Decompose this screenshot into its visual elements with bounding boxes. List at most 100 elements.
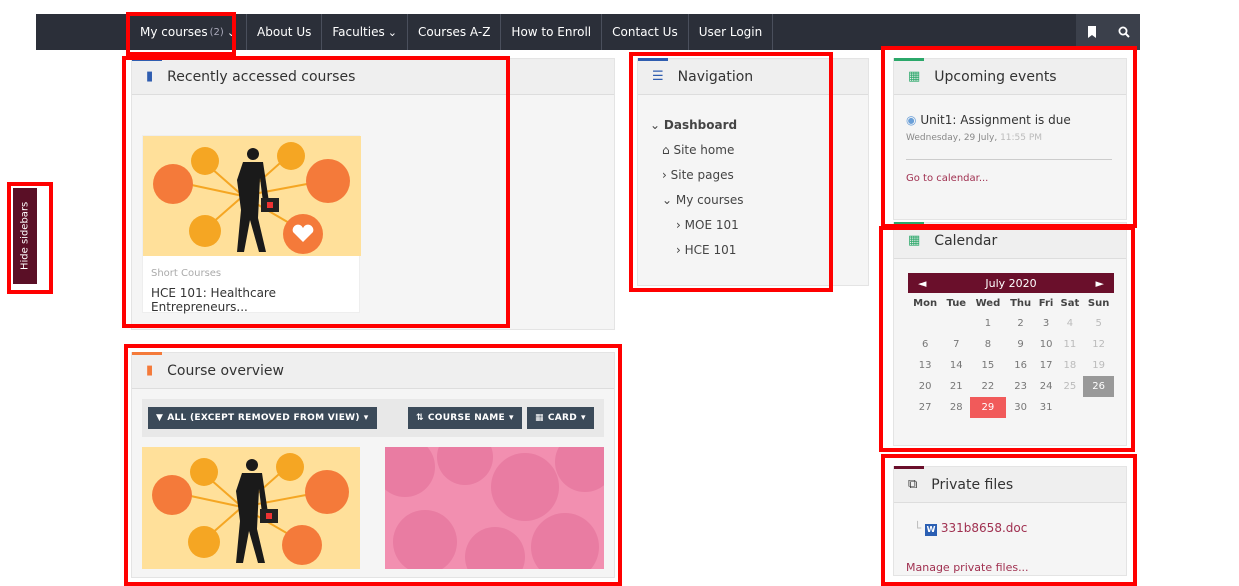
recent-courses-block: ▮ Recently accessed courses Short Course… — [131, 58, 615, 330]
calendar-day — [908, 313, 942, 334]
calendar-day[interactable]: 3 — [1036, 313, 1057, 334]
calendar-icon: ▦ — [908, 69, 921, 84]
calendar-day[interactable]: 26 — [1083, 376, 1114, 397]
nav-tree-site-pages[interactable]: › Site pages — [650, 163, 860, 188]
nav-tree-course-moe[interactable]: › MOE 101 — [650, 213, 860, 238]
calendar-day[interactable]: 11 — [1056, 334, 1083, 355]
upcoming-events-block: ▦ Upcoming events ◉ Unit1: Assignment is… — [893, 58, 1127, 220]
calendar-next-button[interactable]: ► — [1096, 277, 1104, 290]
overview-course-image-2[interactable] — [385, 447, 604, 569]
nav-faculties-label: Faculties — [332, 25, 385, 39]
hide-sidebars-label: Hide sidebars — [19, 201, 31, 271]
calendar-day[interactable]: 15 — [970, 355, 1005, 376]
calendar-day[interactable]: 16 — [1006, 355, 1036, 376]
weekday-sun: Sun — [1087, 297, 1110, 309]
sort-dropdown[interactable]: ⇅ COURSE NAME ▾ — [408, 407, 522, 429]
calendar-grid: Mon Tue Wed Thu Fri Sat Sun 1 2 3 4 5 6 7 8 9 10 1… — [908, 293, 1114, 418]
nav-tree-my-courses[interactable]: ⌄ My courses — [650, 188, 860, 213]
calendar-widget: ◄ July 2020 ► Mon Tue Wed Thu Fri Sat Su… — [908, 273, 1114, 418]
calendar-day[interactable]: 1 — [970, 313, 1005, 334]
calendar-day[interactable]: 12 — [1083, 334, 1114, 355]
calendar-week: 27 28 29 30 31 — [908, 397, 1114, 418]
calendar-day[interactable]: 4 — [1056, 313, 1083, 334]
chevron-right-icon: › — [676, 218, 681, 232]
calendar-day[interactable]: 13 — [908, 355, 942, 376]
nav-courses-a-z-label: Courses A-Z — [417, 25, 491, 39]
calendar-day[interactable]: 5 — [1083, 313, 1114, 334]
calendar-prev-button[interactable]: ◄ — [918, 277, 926, 290]
calendar-day[interactable]: 27 — [908, 397, 942, 418]
bookmark-icon[interactable] — [1076, 14, 1108, 50]
nav-about-us[interactable]: About Us — [247, 14, 323, 50]
course-image[interactable] — [143, 136, 361, 256]
calendar-day[interactable]: 24 — [1036, 376, 1057, 397]
files-icon: ⧉ — [908, 477, 918, 492]
chevron-down-icon: ⌄ — [662, 193, 673, 207]
calendar-day[interactable]: 2 — [1006, 313, 1036, 334]
calendar-icon: ▦ — [908, 233, 921, 248]
calendar-week: 6 7 8 9 10 11 12 — [908, 334, 1114, 355]
overview-course-image-1[interactable] — [142, 447, 360, 569]
view-dropdown[interactable]: ▦ CARD ▾ — [527, 407, 594, 429]
hide-sidebars-button[interactable]: Hide sidebars — [13, 188, 37, 284]
event-item[interactable]: ◉ Unit1: Assignment is due Wednesday, 29… — [906, 113, 1116, 143]
navigation-title: Navigation — [677, 68, 754, 85]
file-name[interactable]: 331b8658.doc — [941, 521, 1027, 535]
private-files-title: Private files — [931, 476, 1014, 493]
calendar-day[interactable]: 17 — [1036, 355, 1057, 376]
filter-dropdown[interactable]: ▼ ALL (EXCEPT REMOVED FROM VIEW) ▾ — [148, 407, 377, 429]
recent-course-card[interactable]: Short Courses HCE 101: Healthcare Entrep… — [142, 135, 361, 314]
filter-icon: ▼ — [156, 413, 164, 423]
calendar-day — [942, 313, 970, 334]
upcoming-events-header: ▦ Upcoming events — [894, 59, 1126, 95]
calendar-block: ▦ Calendar ◄ July 2020 ► Mon Tue Wed Thu… — [893, 222, 1127, 446]
event-title[interactable]: Unit1: Assignment is due — [920, 113, 1070, 127]
calendar-day — [1083, 397, 1114, 418]
nav-my-courses[interactable]: My courses (2) ⌄ — [36, 14, 248, 50]
calendar-day[interactable]: 7 — [942, 334, 970, 355]
search-icon[interactable] — [1108, 14, 1140, 50]
caret-down-icon: ▾ — [509, 413, 514, 423]
calendar-day[interactable]: 19 — [1083, 355, 1114, 376]
calendar-day[interactable]: 8 — [970, 334, 1005, 355]
nav-tree-course-hce-label: HCE 101 — [684, 243, 737, 257]
course-overview-header: ▮ Course overview — [132, 353, 614, 389]
calendar-week: 20 21 22 23 24 25 26 — [908, 376, 1114, 397]
private-files-header: ⧉ Private files — [894, 467, 1126, 503]
calendar-day[interactable]: 14 — [942, 355, 970, 376]
nav-tree-site-home[interactable]: ⌂ Site home — [650, 138, 860, 163]
calendar-day[interactable]: 23 — [1006, 376, 1036, 397]
nav-contact-us[interactable]: Contact Us — [602, 14, 689, 50]
course-name[interactable]: HCE 101: Healthcare Entrepreneurs... — [151, 286, 359, 314]
nav-courses-a-z[interactable]: Courses A-Z — [408, 14, 502, 50]
file-item[interactable]: └ W 331b8658.doc — [914, 521, 1027, 536]
calendar-day[interactable]: 28 — [942, 397, 970, 418]
course-overview-toolbar: ▼ ALL (EXCEPT REMOVED FROM VIEW) ▾ ⇅ COU… — [142, 399, 604, 437]
nav-right-tools — [1076, 14, 1140, 50]
topbar: My courses (2) ⌄ About Us Faculties ⌄ Co… — [0, 0, 1239, 50]
nav-tree-course-hce[interactable]: › HCE 101 — [650, 238, 860, 263]
nav-faculties[interactable]: Faculties ⌄ — [322, 14, 408, 50]
manage-private-files-link[interactable]: Manage private files... — [906, 561, 1029, 574]
calendar-day[interactable]: 22 — [970, 376, 1005, 397]
calendar-day[interactable]: 6 — [908, 334, 942, 355]
course-overview-block: ▮ Course overview ▼ ALL (EXCEPT REMOVED … — [131, 352, 615, 578]
event-time: 11:55 PM — [1000, 133, 1043, 143]
nav-how-to-enroll-label: How to Enroll — [511, 25, 592, 39]
weekday-mon: Mon — [913, 297, 938, 309]
go-to-calendar-link[interactable]: Go to calendar... — [906, 173, 988, 184]
calendar-day[interactable]: 9 — [1006, 334, 1036, 355]
nav-how-to-enroll[interactable]: How to Enroll — [501, 14, 603, 50]
calendar-day[interactable]: 20 — [908, 376, 942, 397]
calendar-day[interactable]: 25 — [1056, 376, 1083, 397]
calendar-day[interactable]: 30 — [1006, 397, 1036, 418]
calendar-day[interactable]: 10 — [1036, 334, 1057, 355]
calendar-day[interactable]: 18 — [1056, 355, 1083, 376]
calendar-day[interactable]: 29 — [970, 397, 1006, 418]
book-icon: ▮ — [146, 363, 154, 378]
nav-tree-dashboard[interactable]: ⌄ Dashboard — [650, 113, 860, 138]
calendar-day[interactable]: 31 — [1036, 397, 1057, 418]
calendar-day[interactable]: 21 — [942, 376, 970, 397]
nav-user-login[interactable]: User Login — [689, 14, 774, 50]
nav-tree-course-moe-label: MOE 101 — [684, 218, 739, 232]
